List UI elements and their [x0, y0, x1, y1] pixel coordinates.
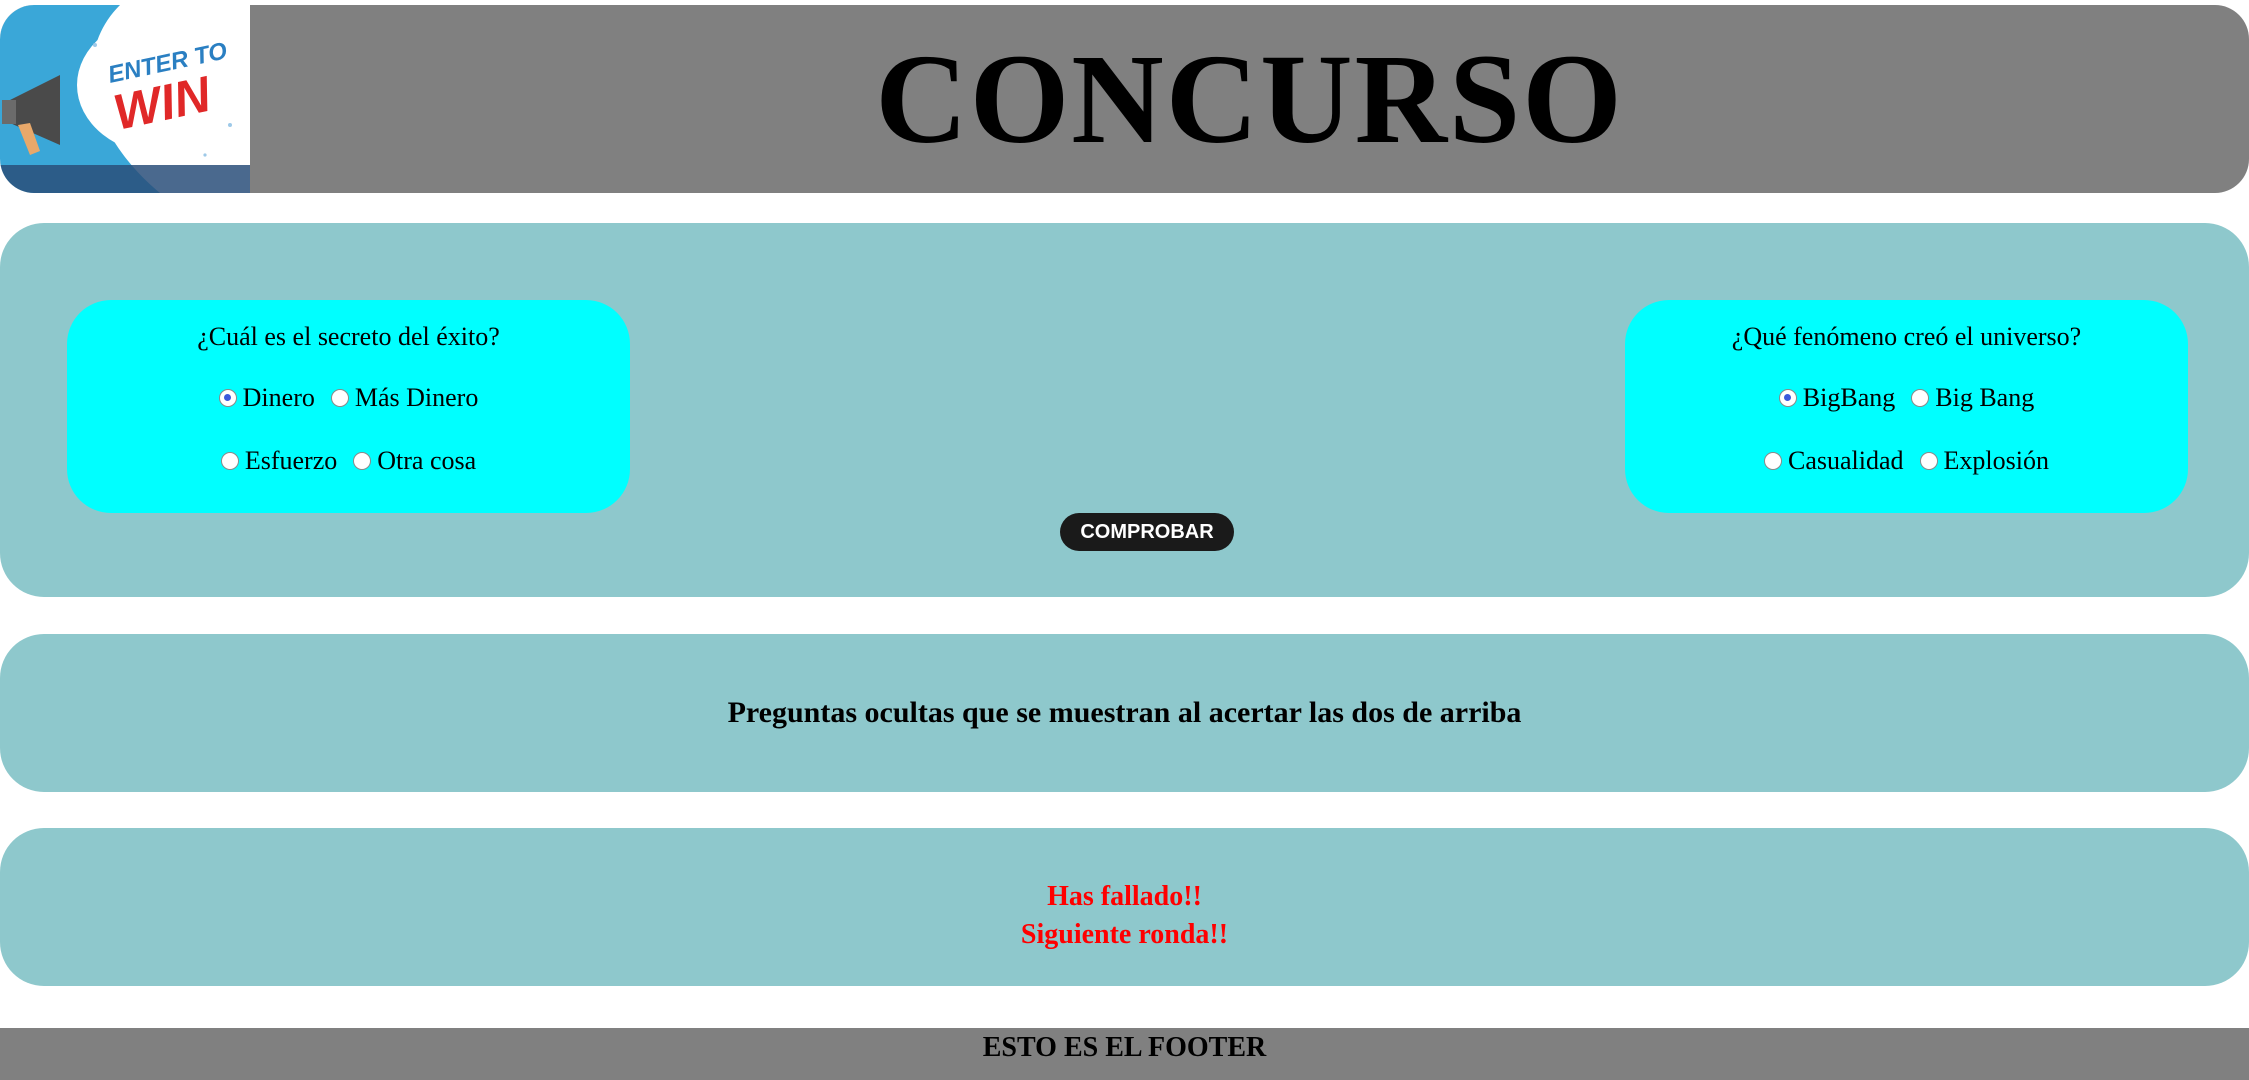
- header: ENTER TO WIN CONCURSO: [0, 5, 2249, 193]
- quiz-panel: ¿Cuál es el secreto del éxito? Dinero Má…: [0, 223, 2249, 597]
- option-bigbang[interactable]: BigBang: [1778, 383, 1896, 413]
- check-button[interactable]: COMPROBAR: [1060, 513, 1234, 551]
- radio-mas-dinero[interactable]: [330, 389, 349, 407]
- option-label: Explosión: [1943, 446, 2049, 475]
- radio-explosion[interactable]: [1919, 452, 1938, 470]
- option-dinero[interactable]: Dinero: [218, 383, 315, 413]
- option-label: Más Dinero: [354, 383, 479, 412]
- question-2-options-row-1: BigBang Big Bang: [1625, 383, 2188, 413]
- result-panel: Has fallado!! Siguiente ronda!!: [0, 828, 2249, 986]
- page-title: CONCURSO: [875, 28, 1624, 170]
- option-big-bang[interactable]: Big Bang: [1911, 383, 2034, 413]
- question-card-1: ¿Cuál es el secreto del éxito? Dinero Má…: [67, 300, 630, 513]
- result-line-2: Siguiente ronda!!: [1020, 919, 1229, 950]
- radio-big-bang[interactable]: [1911, 389, 1930, 407]
- option-esfuerzo[interactable]: Esfuerzo: [220, 446, 338, 476]
- option-label: Otra cosa: [377, 446, 477, 475]
- option-otra-cosa[interactable]: Otra cosa: [353, 446, 476, 476]
- option-label: Esfuerzo: [244, 446, 338, 475]
- result-line-1: Has fallado!!: [1047, 881, 1202, 912]
- page: ENTER TO WIN CONCURSO ¿Cuál es el secret…: [0, 0, 2249, 1080]
- question-1-options-row-2: Esfuerzo Otra cosa: [67, 446, 630, 476]
- option-label: Casualidad: [1788, 446, 1904, 475]
- option-explosion[interactable]: Explosión: [1919, 446, 2049, 476]
- hidden-questions-panel: Preguntas ocultas que se muestran al ace…: [0, 634, 2249, 792]
- footer: ESTO ES EL FOOTER: [0, 1028, 2249, 1080]
- question-1-options-row-1: Dinero Más Dinero: [67, 383, 630, 413]
- radio-otra-cosa[interactable]: [353, 452, 372, 470]
- question-2-options-row-2: Casualidad Explosión: [1625, 446, 2188, 476]
- question-1-text: ¿Cuál es el secreto del éxito?: [197, 322, 500, 351]
- enter-to-win-logo: ENTER TO WIN: [0, 5, 250, 193]
- option-casualidad[interactable]: Casualidad: [1764, 446, 1904, 476]
- radio-esfuerzo[interactable]: [220, 452, 239, 470]
- question-card-2: ¿Qué fenómeno creó el universo? BigBang …: [1625, 300, 2188, 513]
- option-label: BigBang: [1802, 383, 1896, 412]
- option-mas-dinero[interactable]: Más Dinero: [330, 383, 479, 413]
- radio-casualidad[interactable]: [1764, 452, 1782, 470]
- radio-bigbang[interactable]: [1778, 389, 1797, 407]
- result-message: Has fallado!! Siguiente ronda!!: [0, 878, 2249, 954]
- option-label: Dinero: [242, 383, 315, 412]
- option-label: Big Bang: [1935, 383, 2035, 412]
- question-2-text: ¿Qué fenómeno creó el universo?: [1731, 322, 2082, 351]
- hidden-questions-text: Preguntas ocultas que se muestran al ace…: [727, 696, 1522, 729]
- radio-dinero[interactable]: [218, 389, 237, 407]
